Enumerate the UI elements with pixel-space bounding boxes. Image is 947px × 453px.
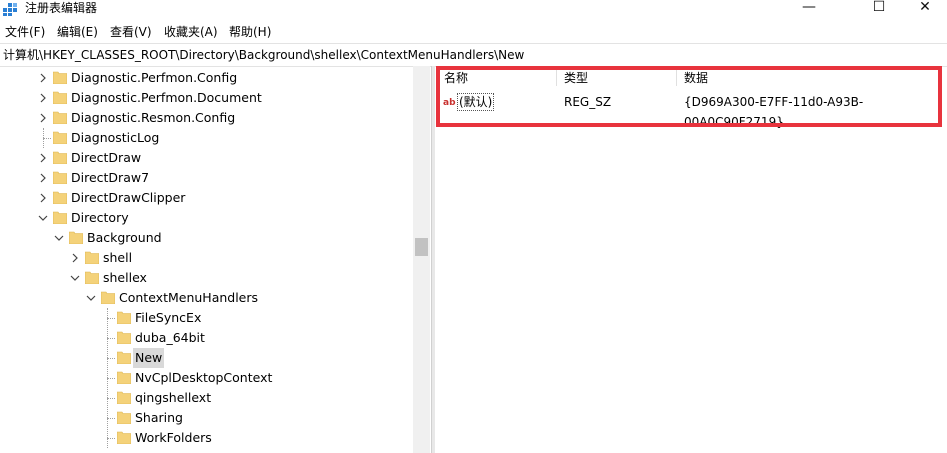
tree-item-label[interactable]: Sharing [133, 408, 185, 428]
tree-item-label[interactable]: NvCplDesktopContext [133, 368, 274, 388]
close-button[interactable]: ✕ [902, 0, 947, 17]
folder-icon [117, 431, 131, 444]
tree-item-label[interactable]: duba_64bit [133, 328, 207, 348]
tree-item[interactable]: NvCplDesktopContext [0, 368, 413, 388]
window-title: 注册表编辑器 [25, 1, 98, 15]
folder-icon [117, 311, 131, 324]
folder-icon [53, 191, 67, 204]
tree-item-label[interactable]: Directory [69, 208, 131, 228]
tree-item-label[interactable]: FileSyncEx [133, 308, 203, 328]
menu-help[interactable]: 帮助(H) [229, 22, 271, 42]
folder-icon [85, 271, 99, 284]
tree-item[interactable]: Diagnostic.Perfmon.Document [0, 88, 413, 108]
tree-item-label[interactable]: DirectDrawClipper [69, 188, 187, 208]
folder-icon [117, 391, 131, 404]
tree-item[interactable]: Background [0, 228, 413, 248]
chevron-right-icon[interactable] [37, 148, 49, 168]
chevron-right-icon[interactable] [37, 108, 49, 128]
folder-icon [117, 411, 131, 424]
chevron-right-icon[interactable] [69, 248, 81, 268]
tree-connector [107, 338, 115, 339]
menu-edit[interactable]: 编辑(E) [57, 22, 98, 42]
chevron-down-icon[interactable] [69, 268, 81, 288]
menu-file[interactable]: 文件(F) [5, 22, 45, 42]
tree-item-label[interactable]: Diagnostic.Perfmon.Config [69, 68, 239, 88]
tree-item-label[interactable]: shell [101, 248, 134, 268]
tree-connector [107, 318, 115, 319]
tree-item-label[interactable]: DirectDraw [69, 148, 143, 168]
folder-icon [53, 171, 67, 184]
menu-favorites[interactable]: 收藏夹(A) [164, 22, 218, 42]
folder-icon [53, 71, 67, 84]
tree-item[interactable]: Diagnostic.Resmon.Config [0, 108, 413, 128]
tree-item-label[interactable]: Diagnostic.Resmon.Config [69, 108, 237, 128]
tree-item-label[interactable]: Background [85, 228, 164, 248]
chevron-down-icon[interactable] [37, 208, 49, 228]
tree-connector [107, 378, 115, 379]
folder-icon [85, 251, 99, 264]
tree-connector [107, 398, 115, 399]
folder-icon [53, 111, 67, 124]
tree-item[interactable]: DirectDraw7 [0, 168, 413, 188]
tree-item-label[interactable]: ContextMenuHandlers [117, 288, 260, 308]
scrollbar-thumb[interactable] [415, 238, 428, 256]
tree-item-label[interactable]: WorkFolders [133, 428, 214, 448]
tree-item-label[interactable]: shellex [101, 268, 149, 288]
chevron-right-icon[interactable] [37, 88, 49, 108]
folder-icon [53, 151, 67, 164]
tree-item[interactable]: Sharing [0, 408, 413, 428]
tree-scrollbar[interactable] [413, 66, 430, 453]
tree-item[interactable]: Diagnostic.Perfmon.Config [0, 68, 413, 88]
folder-icon [69, 231, 83, 244]
tree-item[interactable]: New [0, 348, 413, 368]
folder-icon [117, 331, 131, 344]
tree-item[interactable]: DirectDrawClipper [0, 188, 413, 208]
title-bar: 注册表编辑器 — ☐ ✕ [0, 0, 947, 20]
tree-item[interactable]: WorkFolders [0, 428, 413, 448]
tree-item[interactable]: DirectDraw [0, 148, 413, 168]
tree-item-label[interactable]: New [133, 348, 165, 368]
key-tree[interactable]: Diagnostic.Perfmon.Config Diagnostic.Perf… [0, 66, 430, 453]
highlight-box [436, 66, 942, 127]
folder-icon [117, 371, 131, 384]
folder-icon [101, 291, 115, 304]
tree-item[interactable]: duba_64bit [0, 328, 413, 348]
chevron-right-icon[interactable] [37, 68, 49, 88]
folder-icon [117, 351, 131, 364]
minimize-button[interactable]: — [786, 0, 832, 17]
address-path[interactable]: 计算机\HKEY_CLASSES_ROOT\Directory\Backgrou… [3, 46, 524, 64]
tree-item[interactable]: ContextMenuHandlers [0, 288, 413, 308]
tree-item-label[interactable]: DirectDraw7 [69, 168, 151, 188]
tree-connector [107, 418, 115, 419]
tree-item-label[interactable]: DiagnosticLog [69, 128, 161, 148]
tree-item[interactable]: shell [0, 248, 413, 268]
menu-view[interactable]: 查看(V) [110, 22, 152, 42]
tree-item[interactable]: shellex [0, 268, 413, 288]
chevron-right-icon[interactable] [37, 188, 49, 208]
chevron-down-icon[interactable] [85, 288, 97, 308]
folder-icon [53, 131, 67, 144]
tree-connector [107, 438, 115, 439]
maximize-button[interactable]: ☐ [856, 0, 902, 17]
tree-item-label[interactable]: qingshellext [133, 388, 213, 408]
tree-item[interactable]: Directory [0, 208, 413, 228]
registry-editor-icon [3, 3, 17, 16]
chevron-down-icon[interactable] [53, 228, 65, 248]
menu-bar: 文件(F) 编辑(E) 查看(V) 收藏夹(A) 帮助(H) [0, 22, 947, 42]
tree-item[interactable]: qingshellext [0, 388, 413, 408]
address-bar[interactable]: 计算机\HKEY_CLASSES_ROOT\Directory\Backgrou… [0, 43, 947, 67]
folder-icon [53, 91, 67, 104]
tree-item[interactable]: FileSyncEx [0, 308, 413, 328]
tree-item-label[interactable]: Diagnostic.Perfmon.Document [69, 88, 264, 108]
folder-icon [53, 211, 67, 224]
tree-connector [43, 138, 51, 139]
chevron-right-icon[interactable] [37, 168, 49, 188]
tree-item[interactable]: DiagnosticLog [0, 128, 413, 148]
tree-connector [107, 358, 115, 359]
